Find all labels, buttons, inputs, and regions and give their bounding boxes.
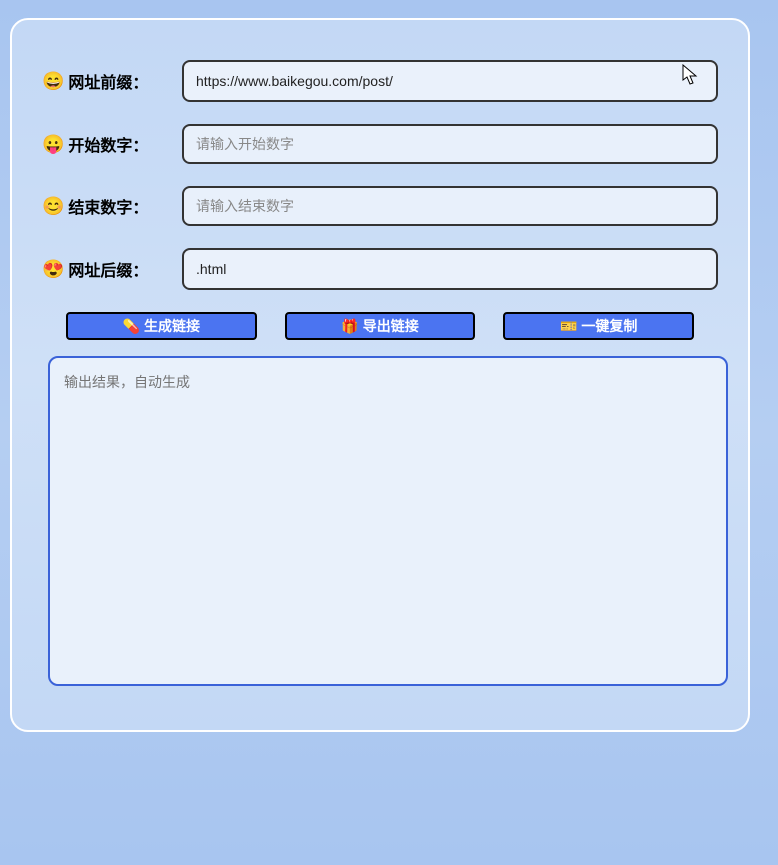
label-end-text: 结束数字：: [68, 194, 148, 218]
pill-icon: 💊: [123, 318, 140, 335]
row-suffix: 😍 网址后缀：: [42, 248, 718, 290]
label-end: 😊 结束数字：: [42, 194, 182, 218]
ticket-icon: 🎫: [560, 318, 577, 335]
main-panel: 😄 网址前缀： 😛 开始数字： 😊 结束数字： 😍 网址后缀： 💊 生成链接: [10, 18, 750, 732]
label-suffix-text: 网址后缀：: [68, 257, 148, 281]
row-start: 😛 开始数字：: [42, 124, 718, 164]
start-number-input[interactable]: [182, 124, 718, 164]
label-start-text: 开始数字：: [68, 132, 148, 156]
url-prefix-input[interactable]: [182, 60, 718, 102]
copy-button-label: 一键复制: [581, 316, 637, 336]
tongue-icon: 😛: [42, 134, 64, 155]
row-end: 😊 结束数字：: [42, 186, 718, 226]
gift-icon: 🎁: [341, 318, 358, 335]
output-textarea[interactable]: [48, 356, 728, 686]
generate-button[interactable]: 💊 生成链接: [66, 312, 257, 340]
blush-icon: 😊: [42, 196, 64, 217]
export-button-label: 导出链接: [363, 316, 419, 336]
row-prefix: 😄 网址前缀：: [42, 60, 718, 102]
label-prefix-text: 网址前缀：: [68, 69, 148, 93]
label-start: 😛 开始数字：: [42, 132, 182, 156]
export-button[interactable]: 🎁 导出链接: [285, 312, 476, 340]
url-suffix-input[interactable]: [182, 248, 718, 290]
copy-button[interactable]: 🎫 一键复制: [503, 312, 694, 340]
hearteyes-icon: 😍: [42, 259, 64, 280]
smile-icon: 😄: [42, 71, 64, 92]
label-suffix: 😍 网址后缀：: [42, 257, 182, 281]
end-number-input[interactable]: [182, 186, 718, 226]
generate-button-label: 生成链接: [144, 316, 200, 336]
button-row: 💊 生成链接 🎁 导出链接 🎫 一键复制: [66, 312, 694, 340]
label-prefix: 😄 网址前缀：: [42, 69, 182, 93]
